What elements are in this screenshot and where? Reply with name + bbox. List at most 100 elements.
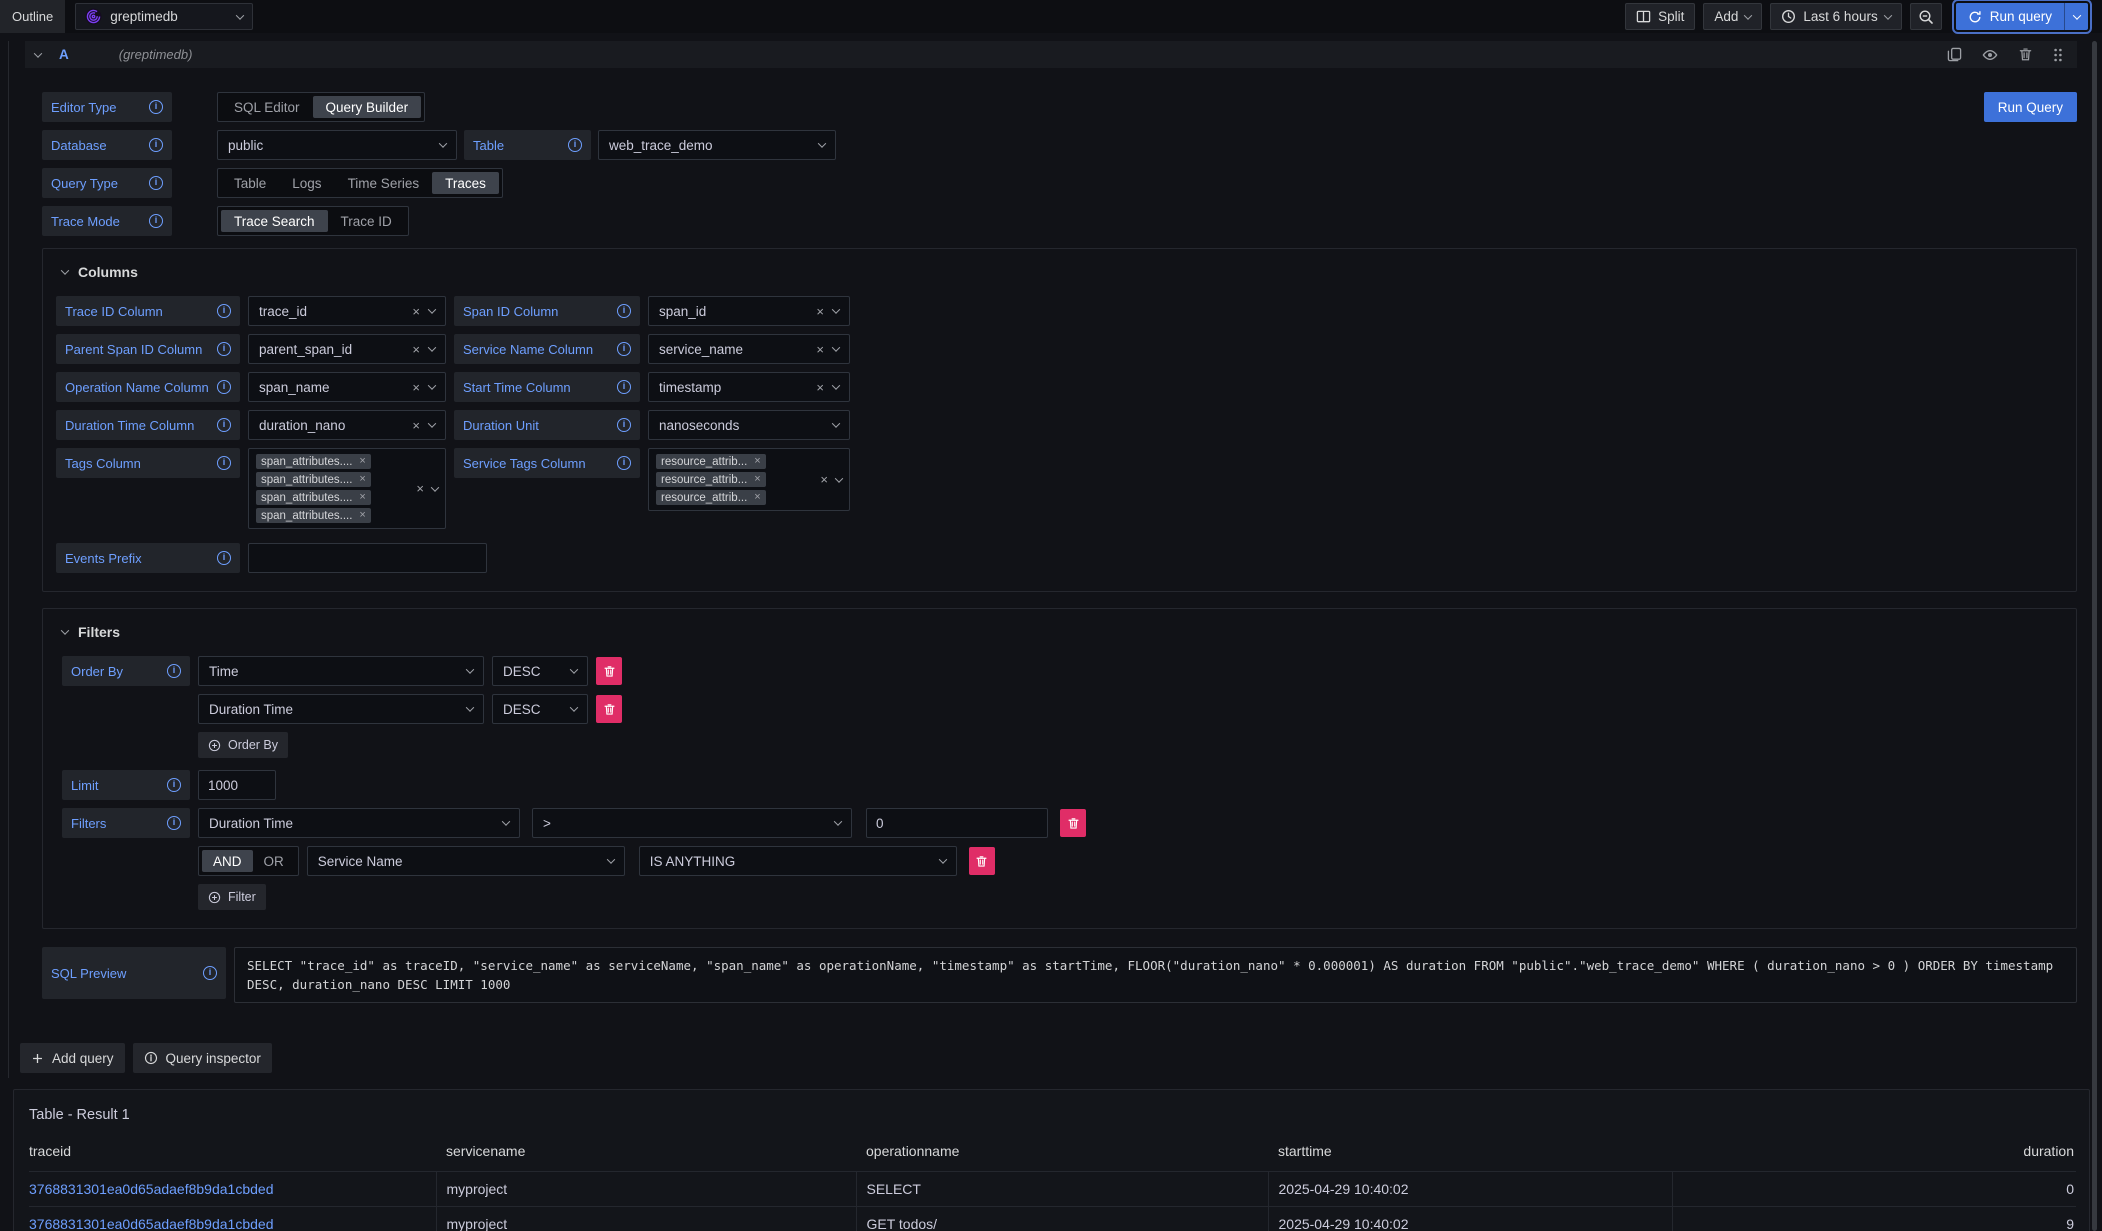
zoom-out-time-button[interactable]: [1910, 3, 1942, 30]
parent-span-id-column-select[interactable]: parent_span_id×: [248, 334, 446, 364]
clear-icon[interactable]: ×: [412, 381, 420, 394]
info-icon[interactable]: [568, 138, 582, 152]
info-icon[interactable]: [217, 342, 231, 356]
add-dropdown-button[interactable]: Add: [1703, 3, 1762, 30]
radio-table[interactable]: Table: [221, 172, 279, 194]
filter-value-input[interactable]: [866, 808, 1048, 838]
clear-icon[interactable]: ×: [816, 343, 824, 356]
clear-icon[interactable]: ×: [816, 305, 824, 318]
clear-icon[interactable]: ×: [412, 343, 420, 356]
info-icon[interactable]: [217, 418, 231, 432]
filter-operator-select[interactable]: >: [532, 808, 852, 838]
info-icon[interactable]: [167, 816, 181, 830]
start-time-column-select[interactable]: timestamp×: [648, 372, 850, 402]
remove-chip-icon[interactable]: ×: [359, 456, 365, 467]
add-filter-button[interactable]: Filter: [198, 884, 266, 910]
query-inspector-button[interactable]: Query inspector: [133, 1043, 272, 1073]
remove-query-icon[interactable]: [2018, 47, 2033, 62]
vertical-scrollbar[interactable]: [2092, 41, 2097, 1231]
database-select[interactable]: public: [217, 130, 457, 160]
column-header-starttime[interactable]: starttime: [1268, 1137, 1672, 1172]
clear-icon[interactable]: ×: [412, 305, 420, 318]
trace-id-link[interactable]: 3768831301ea0d65adaef8b9da1cbded: [29, 1216, 273, 1231]
column-header-servicename[interactable]: servicename: [436, 1137, 856, 1172]
filter-operator-select[interactable]: IS ANYTHING: [639, 846, 957, 876]
info-icon[interactable]: [217, 551, 231, 565]
clear-icon[interactable]: ×: [816, 381, 824, 394]
info-icon[interactable]: [167, 664, 181, 678]
time-range-picker[interactable]: Last 6 hours: [1770, 3, 1901, 30]
info-icon[interactable]: [617, 304, 631, 318]
radio-or[interactable]: OR: [253, 850, 295, 872]
info-icon[interactable]: [149, 176, 163, 190]
radio-sql-editor[interactable]: SQL Editor: [221, 96, 313, 118]
table-select[interactable]: web_trace_demo: [598, 130, 836, 160]
filters-section-header[interactable]: Filters: [62, 624, 2060, 640]
operation-name-column-select[interactable]: span_name×: [248, 372, 446, 402]
duration-unit-select[interactable]: nanoseconds: [648, 410, 850, 440]
datasource-picker[interactable]: greptimedb: [75, 3, 253, 30]
run-query-inline-button[interactable]: Run Query: [1984, 92, 2077, 122]
remove-chip-icon[interactable]: ×: [359, 474, 365, 485]
remove-chip-icon[interactable]: ×: [754, 456, 760, 467]
run-query-button[interactable]: Run query: [1956, 3, 2064, 30]
order-by-direction-select[interactable]: DESC: [492, 694, 588, 724]
add-order-by-button[interactable]: Order By: [198, 732, 288, 758]
toggle-visibility-icon[interactable]: [1982, 47, 1998, 63]
trace-id-column-select[interactable]: trace_id×: [248, 296, 446, 326]
duration-time-column-select[interactable]: duration_nano×: [248, 410, 446, 440]
info-icon[interactable]: [617, 342, 631, 356]
info-icon[interactable]: [149, 138, 163, 152]
info-icon[interactable]: [203, 966, 217, 980]
remove-order-by-button[interactable]: [596, 657, 622, 685]
service-tags-column-multiselect[interactable]: resource_attrib...× resource_attrib...× …: [648, 448, 850, 511]
radio-and[interactable]: AND: [202, 850, 253, 872]
order-by-direction-select[interactable]: DESC: [492, 656, 588, 686]
remove-filter-button[interactable]: [969, 847, 995, 875]
trace-id-link[interactable]: 3768831301ea0d65adaef8b9da1cbded: [29, 1181, 273, 1197]
info-icon[interactable]: [217, 380, 231, 394]
column-header-traceid[interactable]: traceid: [29, 1137, 436, 1172]
info-icon[interactable]: [149, 214, 163, 228]
radio-trace-search[interactable]: Trace Search: [221, 210, 328, 232]
service-name-column-select[interactable]: service_name×: [648, 334, 850, 364]
info-icon[interactable]: [617, 418, 631, 432]
info-icon[interactable]: [217, 456, 231, 470]
order-by-field-select[interactable]: Time: [198, 656, 484, 686]
radio-query-builder[interactable]: Query Builder: [313, 96, 422, 118]
columns-section-header[interactable]: Columns: [62, 264, 2060, 280]
clear-all-icon[interactable]: ×: [820, 473, 828, 486]
remove-chip-icon[interactable]: ×: [754, 474, 760, 485]
filter-field-select[interactable]: Duration Time: [198, 808, 520, 838]
span-id-column-select[interactable]: span_id×: [648, 296, 850, 326]
drag-handle-icon[interactable]: [2053, 47, 2063, 63]
radio-time-series[interactable]: Time Series: [335, 172, 433, 194]
order-by-field-select[interactable]: Duration Time: [198, 694, 484, 724]
remove-order-by-button[interactable]: [596, 695, 622, 723]
query-editor-header[interactable]: A (greptimedb): [25, 41, 2077, 68]
column-header-operationname[interactable]: operationname: [856, 1137, 1268, 1172]
filter-field-select[interactable]: Service Name: [307, 846, 625, 876]
events-prefix-input[interactable]: [248, 543, 487, 573]
tags-column-multiselect[interactable]: span_attributes....× span_attributes....…: [248, 448, 446, 529]
radio-logs[interactable]: Logs: [279, 172, 334, 194]
clear-all-icon[interactable]: ×: [416, 482, 424, 495]
radio-trace-id[interactable]: Trace ID: [328, 210, 405, 232]
clear-icon[interactable]: ×: [412, 419, 420, 432]
info-icon[interactable]: [617, 380, 631, 394]
collapse-chevron-icon[interactable]: [34, 49, 42, 57]
remove-chip-icon[interactable]: ×: [754, 492, 760, 503]
radio-traces[interactable]: Traces: [432, 172, 499, 194]
duplicate-query-icon[interactable]: [1947, 47, 1962, 62]
remove-filter-button[interactable]: [1060, 809, 1086, 837]
split-button[interactable]: Split: [1625, 3, 1695, 30]
limit-input[interactable]: [198, 770, 276, 800]
run-query-caret-button[interactable]: [2064, 3, 2088, 30]
info-icon[interactable]: [167, 778, 181, 792]
info-icon[interactable]: [149, 100, 163, 114]
remove-chip-icon[interactable]: ×: [359, 510, 365, 521]
column-header-duration[interactable]: duration: [1672, 1137, 2076, 1172]
add-query-button[interactable]: Add query: [20, 1043, 125, 1073]
outline-button[interactable]: Outline: [0, 0, 65, 33]
info-icon[interactable]: [217, 304, 231, 318]
